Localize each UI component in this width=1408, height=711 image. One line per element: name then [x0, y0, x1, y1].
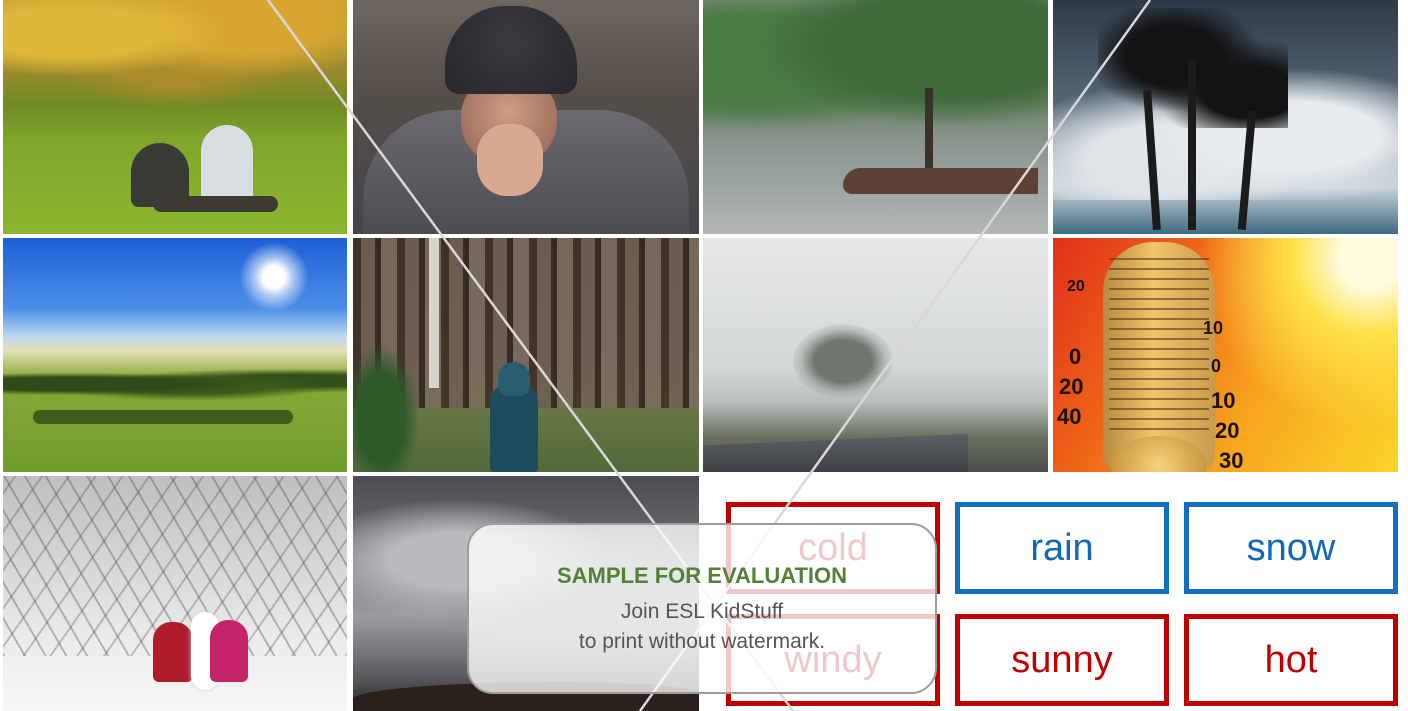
thermometer-photo: 20 0 20 40 10 0 10 20 30 — [1053, 238, 1398, 472]
forest-photo — [353, 238, 699, 472]
snowman-photo — [3, 476, 347, 711]
word-card-label: hot — [1264, 638, 1318, 681]
watermark-box: SAMPLE FOR EVALUATION Join ESL KidStuff … — [467, 523, 937, 694]
windy-palms-photo — [1053, 0, 1398, 234]
couple-on-grass-photo — [3, 0, 347, 234]
thermometer-number: 20 — [1059, 374, 1084, 399]
sun-icon — [239, 242, 309, 312]
thermometer-number: 10 — [1211, 388, 1236, 413]
watermark-title: SAMPLE FOR EVALUATION — [556, 562, 848, 588]
cold-man-photo — [353, 0, 699, 234]
watermark-line: to print without watermark. — [578, 629, 826, 653]
word-card-hot[interactable]: hot — [1184, 614, 1398, 706]
thermometer-number: 0 — [1069, 344, 1082, 369]
thermometer-number: 20 — [1067, 278, 1085, 295]
word-card-label: snow — [1246, 526, 1336, 569]
word-card-rain[interactable]: rain — [955, 502, 1169, 594]
worksheet-page: 20 0 20 40 10 0 10 20 30 cold rain snow … — [0, 0, 1408, 711]
thermometer-number: 30 — [1219, 448, 1244, 472]
thermometer-number: 20 — [1215, 418, 1240, 443]
word-card-label: sunny — [1011, 638, 1113, 681]
word-card-snow[interactable]: snow — [1184, 502, 1398, 594]
watermark-line: Join ESL KidStuff — [620, 599, 784, 623]
thermometer-number: 10 — [1203, 318, 1224, 338]
word-card-label: rain — [1030, 526, 1094, 569]
thermometer-number: 40 — [1057, 404, 1082, 429]
rain-photo — [703, 0, 1048, 234]
sunny-field-photo — [3, 238, 347, 472]
word-card-sunny[interactable]: sunny — [955, 614, 1169, 706]
foggy-road-photo — [703, 238, 1048, 472]
thermometer-number: 0 — [1211, 356, 1222, 376]
